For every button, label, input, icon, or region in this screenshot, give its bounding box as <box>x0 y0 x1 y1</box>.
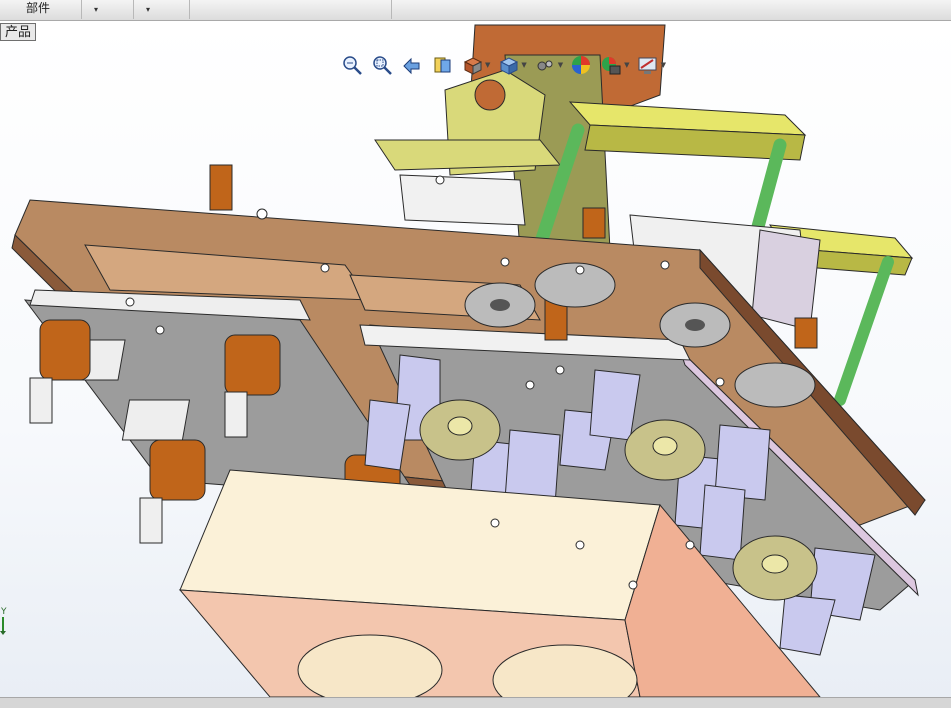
zoom-to-fit-button[interactable] <box>340 53 364 77</box>
chevron-down-icon[interactable]: ▼ <box>661 61 666 69</box>
grey-plate-window-2 <box>121 399 191 441</box>
edit-appearance-button[interactable] <box>569 53 593 77</box>
tab-dropdown-1[interactable]: ▾ <box>82 0 134 19</box>
edit-appearance-icon <box>572 56 591 74</box>
reference-triad: Y <box>0 605 14 635</box>
triad-y-label: Y <box>0 607 7 617</box>
hide-show-items-button[interactable] <box>533 53 557 77</box>
hide-show-items-icon <box>537 60 553 71</box>
product-label[interactable]: 产品 <box>0 23 37 41</box>
previous-view-button[interactable] <box>400 53 424 77</box>
status-bar <box>0 697 951 708</box>
chevron-down-icon: ▾ <box>146 5 151 14</box>
chevron-down-icon[interactable]: ▼ <box>558 61 563 69</box>
view-settings-button[interactable] <box>636 53 660 77</box>
green-rod-3 <box>834 256 894 406</box>
chevron-down-icon[interactable]: ▼ <box>624 61 629 69</box>
yellow-mount-bar <box>374 139 562 171</box>
white-block-1 <box>399 174 526 226</box>
tab-component[interactable]: 部件 <box>0 0 82 19</box>
triad-axes-icon: Y <box>0 607 7 635</box>
tab-component-label: 部件 <box>26 1 51 15</box>
chevron-down-icon: ▾ <box>94 5 99 14</box>
heads-up-view-toolbar: ▼ ▼ ▼ ▼ ▼ <box>340 51 666 79</box>
tab-dropdown-2[interactable]: ▾ <box>134 0 190 19</box>
apply-scene-button[interactable] <box>599 53 623 77</box>
display-style-icon <box>500 57 519 75</box>
display-style-button[interactable] <box>496 53 520 77</box>
hinge-hole <box>474 79 506 111</box>
chevron-down-icon[interactable]: ▼ <box>521 61 526 69</box>
section-view-button[interactable] <box>430 53 454 77</box>
apply-scene-icon <box>602 57 621 75</box>
chevron-down-icon[interactable]: ▼ <box>485 61 490 69</box>
zoom-to-fit-icon <box>343 56 362 75</box>
zoom-to-area-icon <box>373 56 392 75</box>
previous-view-icon <box>403 57 420 75</box>
view-settings-icon <box>638 57 657 74</box>
view-orientation-icon <box>463 57 483 75</box>
zoom-to-area-button[interactable] <box>370 53 394 77</box>
view-orientation-button[interactable] <box>460 53 484 77</box>
grey-block-right <box>751 229 821 331</box>
tab-empty[interactable] <box>190 0 392 19</box>
section-view-icon <box>434 57 451 73</box>
graphics-area[interactable]: ▼ ▼ ▼ ▼ ▼ Y <box>0 21 951 697</box>
document-tab-bar: 部件 ▾ ▾ <box>0 0 951 21</box>
cad-assembly-model[interactable] <box>0 21 951 697</box>
